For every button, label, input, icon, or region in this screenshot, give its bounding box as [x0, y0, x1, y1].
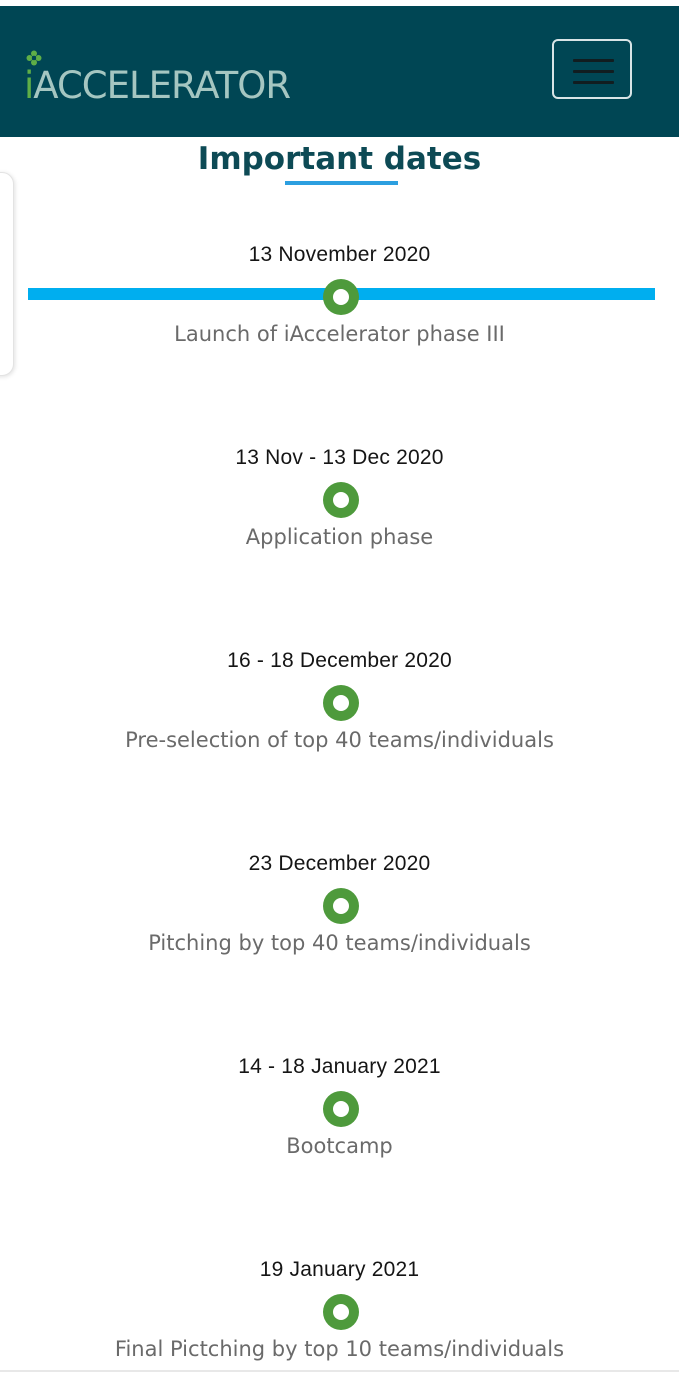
logo-text: iACCELERATOR: [24, 64, 291, 107]
event-date: 16 - 18 December 2020: [227, 649, 452, 672]
timeline-dot-icon: [323, 279, 359, 315]
event-date: 13 Nov - 13 Dec 2020: [235, 446, 444, 469]
navbar: iACCELERATOR: [0, 6, 679, 137]
event-date: 23 December 2020: [248, 852, 431, 875]
iaccelerator-logo[interactable]: iACCELERATOR: [24, 50, 291, 120]
event-description: Bootcamp: [286, 1134, 393, 1158]
event-description: Pitching by top 40 teams/individuals: [148, 931, 531, 955]
event-description: Final Pictching by top 10 teams/individu…: [114, 1337, 565, 1361]
hamburger-icon-bar-top: [573, 59, 614, 62]
timeline-event: 14 - 18 January 2021 Bootcamp: [0, 1052, 679, 1192]
page: iACCELERATOR Important dates 13 November…: [0, 0, 679, 1388]
logo-text-rest: ACCELERATOR: [33, 64, 291, 107]
logo-text-i: i: [24, 64, 34, 107]
menu-toggle-button[interactable]: [552, 39, 632, 99]
event-date: 14 - 18 January 2021: [238, 1055, 441, 1078]
bottom-divider: [0, 1370, 679, 1372]
timeline-event: 13 Nov - 13 Dec 2020 Application phase: [0, 443, 679, 583]
timeline-event: 23 December 2020 Pitching by top 40 team…: [0, 849, 679, 989]
title-underline: [285, 181, 398, 185]
hamburger-icon-bar-bottom: [573, 81, 614, 84]
section-title: Important dates: [197, 141, 482, 177]
timeline-dot-icon: [323, 1294, 359, 1330]
timeline-dot-icon: [323, 1091, 359, 1127]
timeline-dot-icon: [323, 888, 359, 924]
timeline-dot-icon: [323, 482, 359, 518]
timeline-event: 16 - 18 December 2020 Pre-selection of t…: [0, 646, 679, 786]
hamburger-icon-bar-middle: [573, 70, 614, 73]
event-description: Pre-selection of top 40 teams/individual…: [125, 728, 554, 752]
event-description: Launch of iAccelerator phase III: [174, 322, 505, 346]
event-date: 13 November 2020: [248, 243, 431, 266]
timeline-dot-icon: [323, 685, 359, 721]
timeline-event: 19 January 2021 Final Pictching by top 1…: [0, 1255, 679, 1388]
event-date: 19 January 2021: [259, 1258, 420, 1281]
timeline-event: 13 November 2020 Launch of iAccelerator …: [0, 240, 679, 380]
event-description: Application phase: [245, 525, 434, 549]
